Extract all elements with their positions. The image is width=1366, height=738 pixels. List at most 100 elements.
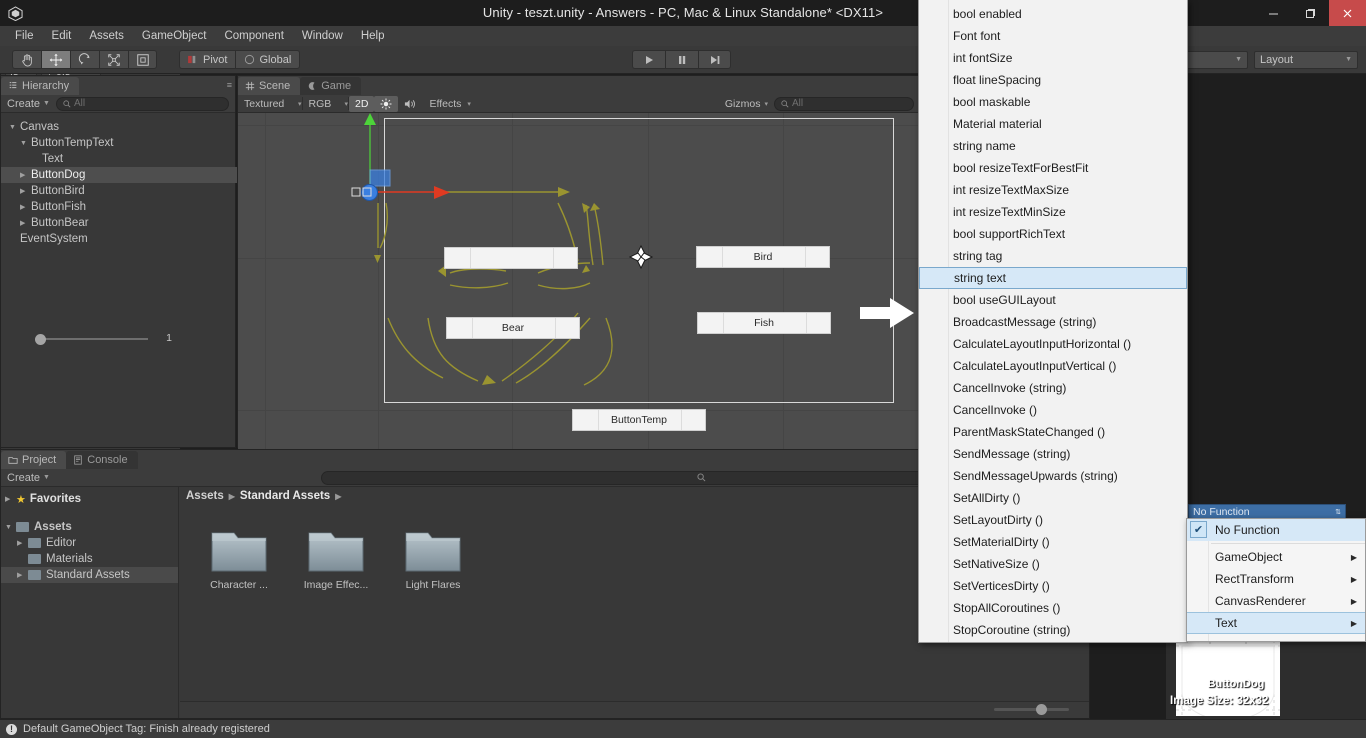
hierarchy-search-input[interactable]: All [55, 96, 229, 111]
tab-hierarchy[interactable]: Hierarchy [1, 77, 80, 95]
chevron-down-icon[interactable]: ▼ [5, 524, 16, 531]
play-button[interactable] [632, 50, 665, 69]
scene-viewport[interactable]: Bird Bear Fish ButtonTemp [238, 113, 920, 466]
lighting-toggle-icon[interactable] [374, 95, 399, 112]
component-submenu[interactable]: ✔ No Function GameObject ▶ RectTransform ▶ C… [1186, 518, 1366, 642]
menu-item-gameobject[interactable]: GameObject [133, 26, 216, 46]
context-menu-item[interactable]: SetVerticesDirty () [919, 575, 1187, 597]
hierarchy-item-buttontemptext[interactable]: ▼ ButtonTempText [7, 135, 235, 151]
project-tree-item-assets[interactable]: ▼ Assets [1, 519, 178, 535]
context-menu-item[interactable]: string text [919, 267, 1187, 289]
folder-item[interactable]: Character ... [202, 525, 276, 591]
scene-node-bird[interactable]: Bird [696, 246, 830, 268]
scene-node[interactable] [444, 247, 578, 269]
context-menu-item[interactable]: CancelInvoke () [919, 399, 1187, 421]
hierarchy-item-buttonbird[interactable]: ▶ ButtonBird [7, 183, 235, 199]
shading-dropdown[interactable]: Textured [238, 96, 298, 112]
context-menu-item[interactable]: SetNativeSize () [919, 553, 1187, 575]
chevron-right-icon[interactable]: ▶ [20, 203, 31, 211]
hierarchy-item-buttondog[interactable]: ▶ ButtonDog [1, 167, 237, 183]
chevron-right-icon[interactable]: ▶ [17, 539, 28, 547]
tab-console[interactable]: Console [66, 451, 138, 469]
multiplier-slider-knob[interactable] [35, 334, 46, 345]
hand-tool-icon[interactable] [12, 50, 41, 69]
context-menu-item[interactable]: string name [919, 135, 1187, 157]
menu-item-file[interactable]: File [6, 26, 43, 46]
context-menu-item[interactable]: SetAllDirty () [919, 487, 1187, 509]
context-menu-item[interactable]: CalculateLayoutInputVertical () [919, 355, 1187, 377]
context-menu-item[interactable]: BroadcastMessage (string) [919, 311, 1187, 333]
context-menu-item[interactable]: float lineSpacing [919, 69, 1187, 91]
project-tree-item-editor[interactable]: ▶ Editor [1, 535, 178, 551]
submenu-item-recttransform[interactable]: RectTransform ▶ [1187, 568, 1365, 590]
chevron-right-icon[interactable]: ▶ [17, 571, 28, 579]
context-menu-item[interactable]: Material material [919, 113, 1187, 135]
folder-item[interactable]: Light Flares [396, 525, 470, 591]
tab-project[interactable]: Project [1, 451, 67, 469]
context-menu-item[interactable]: string tag [919, 245, 1187, 267]
context-menu-item[interactable]: StopAllCoroutines () [919, 597, 1187, 619]
context-menu-item[interactable]: SetMaterialDirty () [919, 531, 1187, 553]
menu-item-component[interactable]: Component [215, 26, 292, 46]
context-menu-item[interactable]: Font font [919, 25, 1187, 47]
hierarchy-item-text[interactable]: Text [7, 151, 235, 167]
pivot-button[interactable]: Pivot [179, 50, 236, 69]
chevron-right-icon[interactable]: ▶ [20, 219, 31, 227]
chevron-right-icon[interactable]: ▶ [20, 187, 31, 195]
zoom-slider-knob[interactable] [1036, 704, 1047, 715]
context-menu-item[interactable]: int fontSize [919, 47, 1187, 69]
scene-node-bear[interactable]: Bear [446, 317, 580, 339]
menu-item-edit[interactable]: Edit [43, 26, 81, 46]
context-menu-item[interactable]: StopCoroutine (string) [919, 619, 1187, 641]
breadcrumb-item-1[interactable]: Standard Assets [240, 490, 330, 502]
hierarchy-item-buttonfish[interactable]: ▶ ButtonFish [7, 199, 235, 215]
close-button[interactable] [1329, 0, 1366, 26]
scene-node-fish[interactable]: Fish [697, 312, 831, 334]
chevron-down-icon[interactable]: ▼ [20, 140, 31, 147]
effects-dropdown[interactable]: Effects [423, 96, 467, 112]
context-menu-item[interactable]: SendMessageUpwards (string) [919, 465, 1187, 487]
pause-button[interactable] [665, 50, 698, 69]
no-function-dropdown-field[interactable]: No Function ⇅ [1188, 504, 1346, 519]
folder-item[interactable]: Image Effec... [299, 525, 373, 591]
project-tree-item-materials[interactable]: Materials [1, 551, 178, 567]
context-menu-item[interactable]: ParentMaskStateChanged () [919, 421, 1187, 443]
context-menu-item[interactable]: bool enabled [919, 3, 1187, 25]
step-button[interactable] [698, 50, 731, 69]
submenu-item-text[interactable]: Text ▶ [1187, 612, 1365, 634]
submenu-item-canvasrenderer[interactable]: CanvasRenderer ▶ [1187, 590, 1365, 612]
toggle-2d[interactable]: 2D [349, 95, 375, 112]
gizmos-dropdown[interactable]: Gizmos ▾ [719, 96, 774, 112]
maximize-button[interactable] [1292, 0, 1329, 26]
context-menu-item[interactable]: int resizeTextMinSize [919, 201, 1187, 223]
hierarchy-create-button[interactable]: Create ▼ [7, 98, 50, 110]
project-create-button[interactable]: Create ▼ [7, 472, 50, 484]
project-favorites-row[interactable]: ▶ ★ Favorites [1, 491, 178, 507]
layout-dropdown[interactable]: Layout ▼ [1254, 50, 1358, 69]
submenu-item-gameobject[interactable]: GameObject ▶ [1187, 546, 1365, 568]
chevron-down-icon[interactable]: ▼ [9, 124, 20, 131]
context-menu-item[interactable]: int resizeTextMaxSize [919, 179, 1187, 201]
function-context-menu[interactable]: bool enabled Font font int fontSize float l… [918, 0, 1188, 643]
tab-scene[interactable]: Scene [238, 77, 301, 95]
hierarchy-item-buttonbear[interactable]: ▶ ButtonBear [7, 215, 235, 231]
context-menu-item[interactable]: SendMessage (string) [919, 443, 1187, 465]
audio-toggle-icon[interactable] [398, 96, 423, 112]
move-tool-icon[interactable] [41, 50, 70, 69]
breadcrumb-item-0[interactable]: Assets [186, 490, 224, 502]
zoom-slider-track[interactable] [994, 708, 1069, 711]
chevron-right-icon[interactable]: ▶ [20, 171, 31, 179]
project-tree-item-standard-assets[interactable]: ▶ Standard Assets [1, 567, 178, 583]
global-button[interactable]: Global [235, 50, 301, 69]
context-menu-item[interactable]: bool useGUILayout [919, 289, 1187, 311]
color-mode-dropdown[interactable]: RGB [303, 96, 345, 112]
context-menu-item[interactable]: SetLayoutDirty () [919, 509, 1187, 531]
context-menu-item[interactable]: bool maskable [919, 91, 1187, 113]
tab-game[interactable]: Game [300, 77, 362, 95]
scene-search-input[interactable]: All [774, 96, 914, 111]
minimize-button[interactable] [1255, 0, 1292, 26]
context-menu-item[interactable]: bool supportRichText [919, 223, 1187, 245]
context-menu-item[interactable]: bool resizeTextForBestFit [919, 157, 1187, 179]
rotate-tool-icon[interactable] [70, 50, 99, 69]
menu-item-help[interactable]: Help [352, 26, 394, 46]
